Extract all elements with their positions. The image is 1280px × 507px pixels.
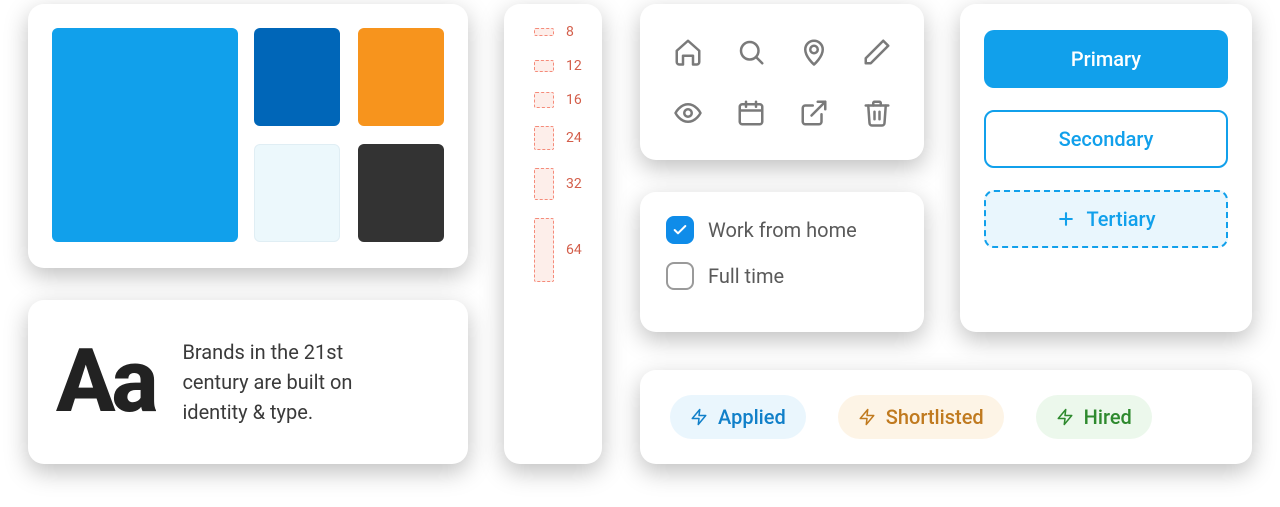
checkbox-card: Work from home Full time [640,192,924,332]
bolt-icon [690,408,708,426]
tag-label: Applied [718,405,786,429]
spacing-box [534,126,554,150]
home-icon [673,37,703,67]
swatch-dark [358,144,444,242]
tags-card: Applied Shortlisted Hired [640,370,1252,464]
swatch-orange [358,28,444,126]
eye-icon [673,98,703,128]
spacing-row: 12 [504,58,602,74]
swatch-grid [254,28,444,244]
spacing-label: 16 [566,92,582,108]
type-copy: Brands in the 21st century are built on … [182,337,392,427]
spacing-label: 8 [566,24,574,40]
checkbox-label: Work from home [708,218,857,242]
checkbox-unchecked-icon[interactable] [666,262,694,290]
type-sample: Aa [56,338,154,426]
tertiary-button-label: Tertiary [1086,207,1155,231]
tag-label: Shortlisted [886,405,984,429]
bolt-icon [858,408,876,426]
spacing-scale-card: 8 12 16 24 32 64 [504,4,602,464]
spacing-row: 16 [504,92,602,108]
bolt-icon [1056,408,1074,426]
checkbox-row-work-from-home[interactable]: Work from home [666,216,898,244]
checkbox-row-full-time[interactable]: Full time [666,262,898,290]
map-pin-icon [799,37,829,67]
spacing-label: 12 [566,58,582,74]
tag-hired[interactable]: Hired [1036,395,1152,439]
swatch-light [254,144,340,242]
external-link-icon [799,98,829,128]
spacing-row: 64 [504,218,602,282]
tag-applied[interactable]: Applied [670,395,806,439]
buttons-card: Primary Secondary Tertiary [960,4,1252,332]
pencil-icon [862,37,892,67]
spacing-label: 32 [566,176,582,192]
spacing-box [534,28,554,36]
calendar-icon [736,98,766,128]
color-palette-card [28,4,468,268]
spacing-box [534,60,554,72]
spacing-label: 64 [566,242,582,258]
icon-set-card [640,4,924,160]
tertiary-button[interactable]: Tertiary [984,190,1228,248]
spacing-box [534,168,554,200]
search-icon [736,37,766,67]
typography-card: Aa Brands in the 21st century are built … [28,300,468,464]
spacing-label: 24 [566,130,582,146]
tag-shortlisted[interactable]: Shortlisted [838,395,1004,439]
checkbox-label: Full time [708,264,784,288]
swatch-primary [52,28,238,242]
spacing-box [534,92,554,108]
checkbox-checked-icon[interactable] [666,216,694,244]
spacing-row: 8 [504,24,602,40]
trash-icon [862,98,892,128]
secondary-button[interactable]: Secondary [984,110,1228,168]
plus-icon [1056,209,1076,229]
spacing-row: 32 [504,168,602,200]
spacing-box [534,218,554,282]
spacing-row: 24 [504,126,602,150]
primary-button[interactable]: Primary [984,30,1228,88]
tag-label: Hired [1084,405,1132,429]
swatch-blue-dark [254,28,340,126]
